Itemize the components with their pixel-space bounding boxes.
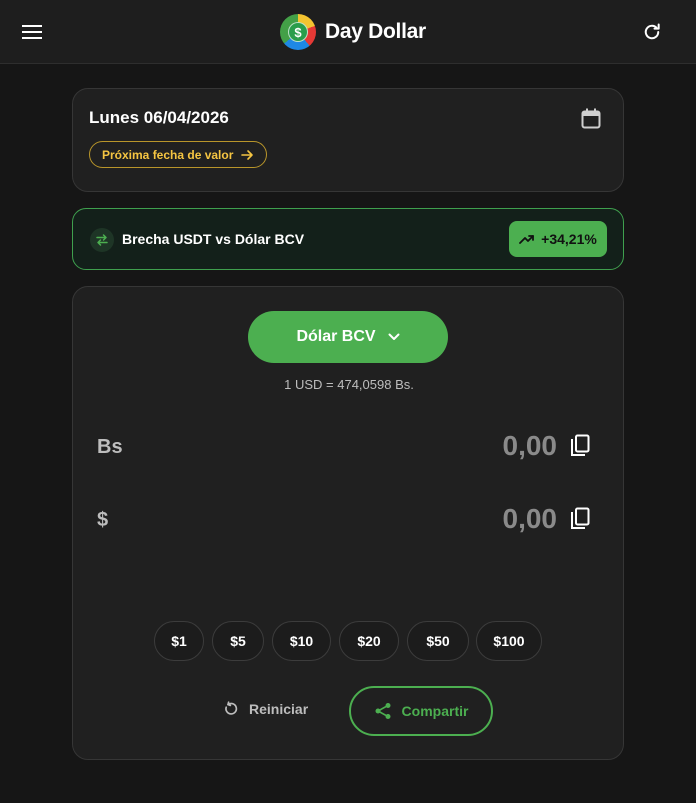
gap-value: +34,21% [541,231,597,247]
bs-amount-input[interactable]: 0,00 [503,430,558,462]
top-app-bar: $ Day Dollar [0,0,696,64]
arrow-right-icon [241,149,254,160]
quick-amount-5[interactable]: $5 [212,621,264,661]
menu-icon [22,25,42,39]
rate-selector-button[interactable]: Dólar BCV [248,311,448,363]
copy-usd-button[interactable] [569,507,593,533]
current-date: Lunes 06/04/2026 [89,108,229,127]
next-value-date-label: Próxima fecha de valor [102,147,234,162]
quick-amount-50[interactable]: $50 [407,621,469,661]
chevron-down-icon [388,333,400,340]
gap-label: Brecha USDT vs Dólar BCV [122,231,305,247]
share-button[interactable]: Compartir [349,686,493,736]
next-value-date-button[interactable]: Próxima fecha de valor [89,141,268,168]
copy-icon [571,507,590,529]
calendar-button[interactable] [581,108,607,132]
swap-icon [90,228,114,252]
gap-badge: +34,21% [509,221,607,257]
reset-label: Reiniciar [249,701,309,717]
exchange-rate-text: 1 USD = 474,0598 Bs. [284,377,414,392]
calendar-icon [581,108,601,129]
logo-dollar-symbol: $ [288,22,308,42]
gap-card: Brecha USDT vs Dólar BCV +34,21% [72,208,624,270]
refresh-icon [644,23,660,40]
app-logo: $ [280,14,316,50]
copy-icon [571,434,590,456]
quick-amount-100[interactable]: $100 [476,621,542,661]
quick-amount-10[interactable]: $10 [272,621,331,661]
trending-up-icon [519,235,535,244]
menu-button[interactable] [14,15,50,49]
rate-selector-label: Dólar BCV [296,328,376,345]
quick-amount-1[interactable]: $1 [154,621,204,661]
share-icon [375,703,391,719]
copy-bs-button[interactable] [569,434,593,460]
share-label: Compartir [401,703,469,719]
reset-icon [225,701,238,715]
reset-button[interactable]: Reiniciar [223,689,313,729]
refresh-button[interactable] [634,14,670,50]
brand: $ Day Dollar [280,14,426,50]
converter-card: Dólar BCV 1 USD = 474,0598 Bs. Bs 0,00 $… [72,286,624,760]
app-title: Day Dollar [325,20,426,43]
bs-currency-label: Bs [97,436,123,458]
quick-amount-20[interactable]: $20 [339,621,399,661]
usd-amount-input[interactable]: 0,00 [503,503,558,535]
date-card: Lunes 06/04/2026 Próxima fecha de valor [72,88,624,192]
usd-currency-label: $ [97,509,109,531]
